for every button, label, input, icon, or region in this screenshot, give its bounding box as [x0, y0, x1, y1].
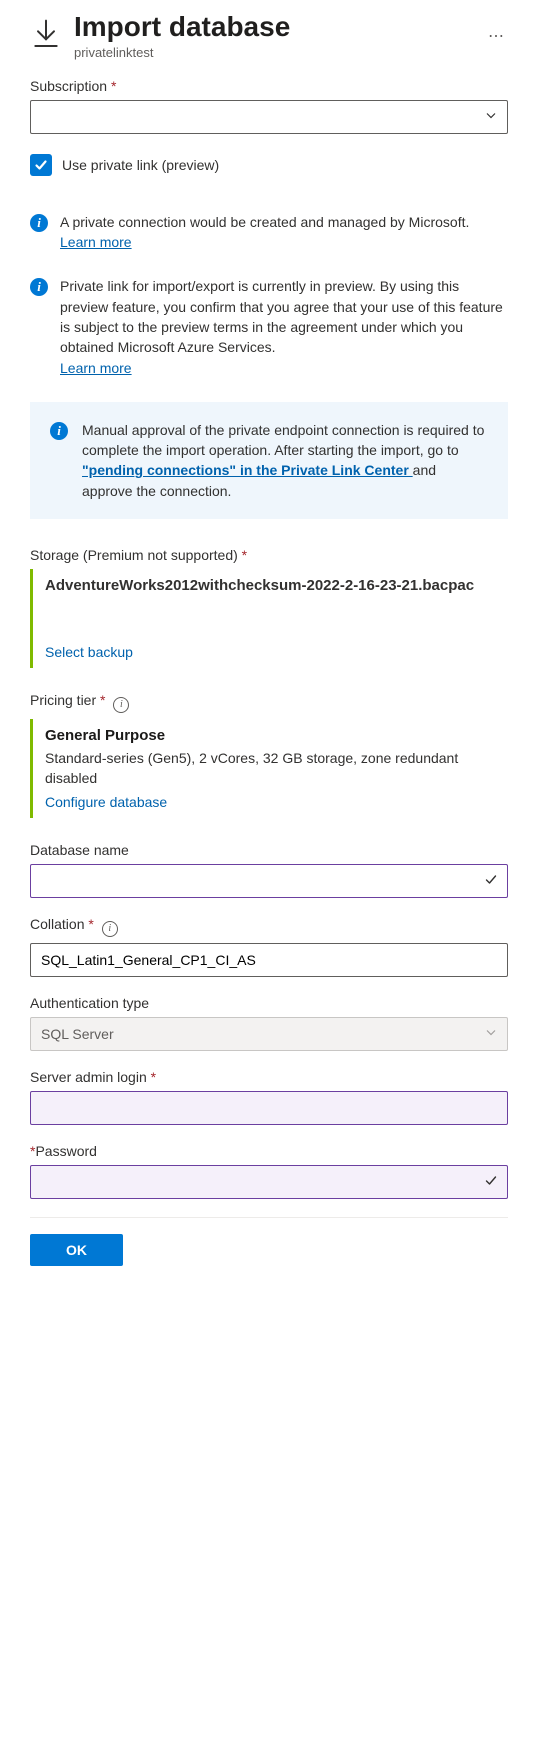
- auth-type-select[interactable]: [30, 1017, 508, 1051]
- pricing-tier-label: Pricing tier * i: [30, 692, 508, 713]
- storage-field: Storage (Premium not supported) * Advent…: [30, 547, 508, 668]
- password-label-text: Password: [35, 1143, 96, 1159]
- private-link-checkbox[interactable]: [30, 154, 52, 176]
- learn-more-link[interactable]: Learn more: [60, 360, 132, 376]
- private-link-checkbox-label: Use private link (preview): [62, 157, 219, 173]
- pricing-tier-description: Standard-series (Gen5), 2 vCores, 32 GB …: [45, 748, 508, 789]
- subscription-label: Subscription *: [30, 78, 508, 94]
- info-preview-text: Private link for import/export is curren…: [60, 278, 503, 355]
- subscription-label-text: Subscription: [30, 78, 107, 94]
- import-icon: [30, 18, 62, 50]
- info-icon: i: [30, 278, 48, 296]
- info-preview: i Private link for import/export is curr…: [30, 276, 508, 377]
- info-private-connection: i A private connection would be created …: [30, 212, 508, 253]
- configure-database-link[interactable]: Configure database: [45, 794, 167, 810]
- subscription-select[interactable]: [30, 100, 508, 134]
- page-subtitle: privatelinktest: [74, 45, 472, 60]
- pricing-tier-label-text: Pricing tier: [30, 692, 96, 708]
- pricing-tier-title: General Purpose: [45, 727, 508, 744]
- required-marker: *: [111, 78, 116, 94]
- required-marker: *: [88, 916, 93, 932]
- storage-file-name: AdventureWorks2012withchecksum-2022-2-16…: [45, 577, 508, 594]
- footer-divider: [30, 1217, 508, 1218]
- learn-more-link[interactable]: Learn more: [60, 234, 132, 250]
- info-tooltip-icon[interactable]: i: [113, 697, 129, 713]
- password-label: *Password: [30, 1143, 508, 1159]
- required-marker: *: [100, 692, 105, 708]
- collation-label: Collation * i: [30, 916, 508, 937]
- subscription-field: Subscription *: [30, 78, 508, 134]
- more-actions-icon[interactable]: ⋯: [484, 22, 508, 50]
- server-admin-field: Server admin login *: [30, 1069, 508, 1125]
- pending-connections-link[interactable]: "pending connections" in the Private Lin…: [82, 462, 413, 478]
- collation-label-text: Collation: [30, 916, 84, 932]
- info-tooltip-icon[interactable]: i: [102, 921, 118, 937]
- page-header: Import database privatelinktest ⋯: [30, 12, 508, 60]
- server-admin-input[interactable]: [30, 1091, 508, 1125]
- private-link-checkbox-row: Use private link (preview): [30, 154, 508, 176]
- server-admin-label: Server admin login *: [30, 1069, 508, 1085]
- page-title: Import database: [74, 12, 472, 43]
- password-input[interactable]: [30, 1165, 508, 1199]
- ok-button[interactable]: OK: [30, 1234, 123, 1266]
- manual-approval-callout: i Manual approval of the private endpoin…: [30, 402, 508, 519]
- database-name-label: Database name: [30, 842, 508, 858]
- collation-field: Collation * i: [30, 916, 508, 977]
- database-name-input[interactable]: [30, 864, 508, 898]
- storage-label-text: Storage (Premium not supported): [30, 547, 238, 563]
- info-icon: i: [50, 422, 68, 440]
- server-admin-label-text: Server admin login: [30, 1069, 147, 1085]
- auth-type-label: Authentication type: [30, 995, 508, 1011]
- info-private-connection-text: A private connection would be created an…: [60, 214, 469, 230]
- storage-label: Storage (Premium not supported) *: [30, 547, 508, 563]
- auth-type-field: Authentication type: [30, 995, 508, 1051]
- callout-text-before: Manual approval of the private endpoint …: [82, 422, 484, 458]
- collation-input[interactable]: [30, 943, 508, 977]
- required-marker: *: [151, 1069, 156, 1085]
- select-backup-link[interactable]: Select backup: [45, 644, 133, 660]
- storage-accent-block: AdventureWorks2012withchecksum-2022-2-16…: [30, 569, 508, 668]
- pricing-tier-field: Pricing tier * i General Purpose Standar…: [30, 692, 508, 818]
- database-name-field: Database name: [30, 842, 508, 898]
- info-icon: i: [30, 214, 48, 232]
- password-field: *Password: [30, 1143, 508, 1199]
- pricing-tier-accent-block: General Purpose Standard-series (Gen5), …: [30, 719, 508, 819]
- required-marker: *: [242, 547, 247, 563]
